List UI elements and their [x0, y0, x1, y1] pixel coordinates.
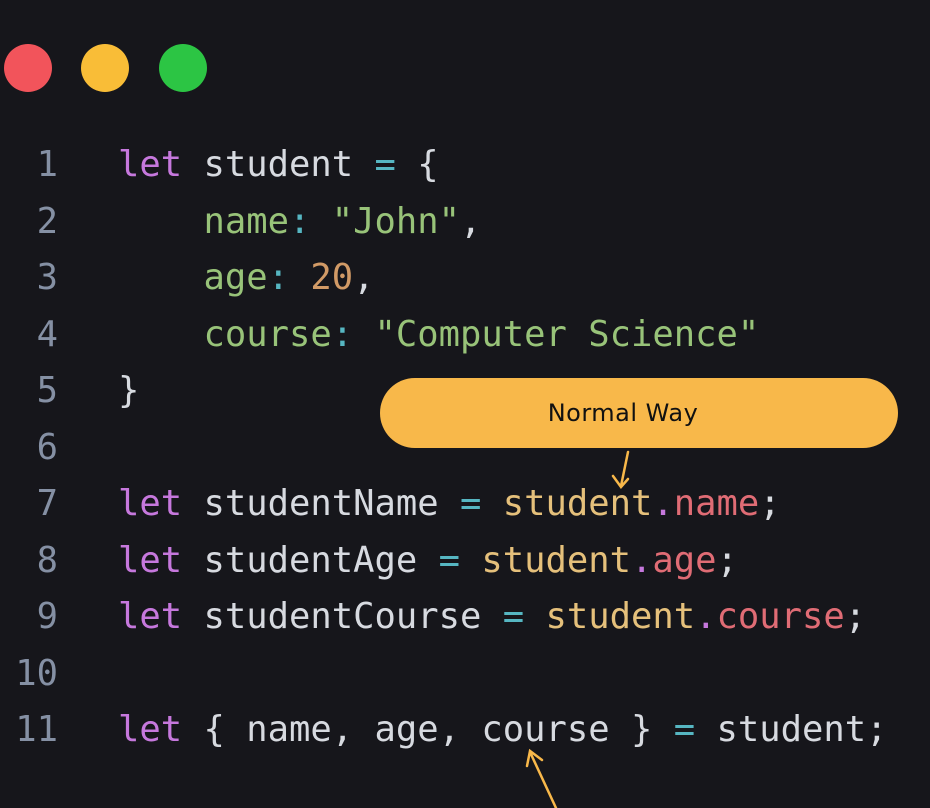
arrow-down-icon [611, 450, 630, 490]
annotation-arrows [525, 450, 630, 808]
arrow-up-icon [525, 748, 558, 808]
